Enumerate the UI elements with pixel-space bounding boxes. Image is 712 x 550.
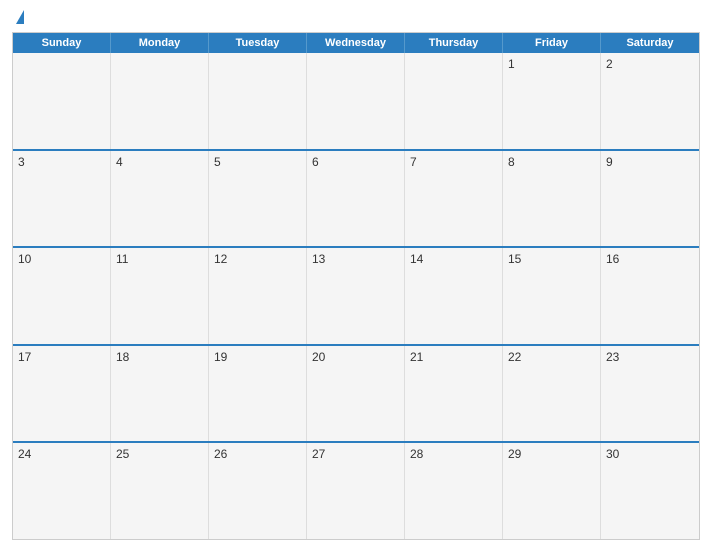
calendar-cell [209, 53, 307, 149]
day-number: 17 [18, 350, 105, 364]
calendar-cell: 29 [503, 443, 601, 539]
calendar-cell: 9 [601, 151, 699, 247]
day-number: 8 [508, 155, 595, 169]
day-number: 19 [214, 350, 301, 364]
day-number: 2 [606, 57, 694, 71]
calendar-cell: 11 [111, 248, 209, 344]
day-number: 20 [312, 350, 399, 364]
calendar-cell: 20 [307, 346, 405, 442]
calendar-cell: 5 [209, 151, 307, 247]
calendar-cell: 22 [503, 346, 601, 442]
calendar-cell [405, 53, 503, 149]
calendar-cell: 25 [111, 443, 209, 539]
calendar-cell: 27 [307, 443, 405, 539]
calendar-cell: 8 [503, 151, 601, 247]
calendar: SundayMondayTuesdayWednesdayThursdayFrid… [12, 32, 700, 540]
day-number: 30 [606, 447, 694, 461]
day-number: 15 [508, 252, 595, 266]
day-number: 23 [606, 350, 694, 364]
day-number: 25 [116, 447, 203, 461]
header-day-sunday: Sunday [13, 33, 111, 53]
calendar-cell: 12 [209, 248, 307, 344]
calendar-cell: 6 [307, 151, 405, 247]
calendar-cell: 17 [13, 346, 111, 442]
calendar-cell: 28 [405, 443, 503, 539]
calendar-week-2: 3456789 [13, 149, 699, 247]
calendar-cell: 18 [111, 346, 209, 442]
calendar-week-3: 10 11 12 13 14 15 16 [13, 246, 699, 344]
calendar-header: SundayMondayTuesdayWednesdayThursdayFrid… [13, 33, 699, 53]
calendar-cell: 19 [209, 346, 307, 442]
day-number: 10 [18, 252, 105, 266]
day-number: 13 [312, 252, 399, 266]
calendar-cell: 3 [13, 151, 111, 247]
calendar-page: SundayMondayTuesdayWednesdayThursdayFrid… [0, 0, 712, 550]
day-number: 9 [606, 155, 694, 169]
page-header [12, 10, 700, 24]
day-number: 28 [410, 447, 497, 461]
calendar-cell: 15 [503, 248, 601, 344]
header-day-monday: Monday [111, 33, 209, 53]
day-number: 11 [116, 252, 203, 266]
day-number: 26 [214, 447, 301, 461]
calendar-cell: 26 [209, 443, 307, 539]
day-number: 29 [508, 447, 595, 461]
day-number: 24 [18, 447, 105, 461]
day-number: 7 [410, 155, 497, 169]
day-number: 21 [410, 350, 497, 364]
calendar-cell: 23 [601, 346, 699, 442]
calendar-cell [13, 53, 111, 149]
day-number: 3 [18, 155, 105, 169]
day-number: 18 [116, 350, 203, 364]
calendar-cell: 13 [307, 248, 405, 344]
day-number: 14 [410, 252, 497, 266]
header-day-saturday: Saturday [601, 33, 699, 53]
calendar-cell: 24 [13, 443, 111, 539]
calendar-week-5: 24 25 26 27 28 29 30 [13, 441, 699, 539]
header-day-friday: Friday [503, 33, 601, 53]
calendar-cell: 4 [111, 151, 209, 247]
day-number: 5 [214, 155, 301, 169]
calendar-cell: 21 [405, 346, 503, 442]
calendar-cell: 10 [13, 248, 111, 344]
calendar-cell: 16 [601, 248, 699, 344]
calendar-cell: 2 [601, 53, 699, 149]
day-number: 22 [508, 350, 595, 364]
day-number: 27 [312, 447, 399, 461]
day-number: 6 [312, 155, 399, 169]
calendar-body: 1234567891011121314151617181920212223242… [13, 53, 699, 539]
header-day-wednesday: Wednesday [307, 33, 405, 53]
calendar-week-1: 12 [13, 53, 699, 149]
day-number: 4 [116, 155, 203, 169]
header-day-tuesday: Tuesday [209, 33, 307, 53]
day-number: 16 [606, 252, 694, 266]
logo-triangle-icon [16, 10, 24, 24]
calendar-cell: 1 [503, 53, 601, 149]
day-number: 12 [214, 252, 301, 266]
calendar-cell: 30 [601, 443, 699, 539]
calendar-cell: 7 [405, 151, 503, 247]
calendar-week-4: 17 18 19 20 21 22 23 [13, 344, 699, 442]
calendar-cell [307, 53, 405, 149]
logo [14, 10, 25, 24]
calendar-cell: 14 [405, 248, 503, 344]
day-number: 1 [508, 57, 595, 71]
header-day-thursday: Thursday [405, 33, 503, 53]
calendar-cell [111, 53, 209, 149]
